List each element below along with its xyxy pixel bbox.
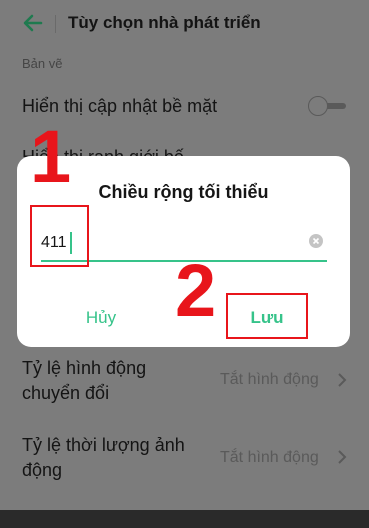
page-title: Tùy chọn nhà phát triển [68, 13, 261, 32]
toggle-knob [308, 96, 328, 116]
bottom-edge [0, 510, 369, 528]
header-divider [55, 15, 56, 33]
annotation-step-2: 2 [175, 249, 217, 332]
show-surface-updates-toggle[interactable] [308, 96, 346, 116]
section-label: Bản vẽ [22, 56, 63, 71]
clear-icon[interactable] [309, 234, 323, 248]
setting-label-transition-scale-line1[interactable]: Tỷ lệ hình động [22, 356, 146, 380]
chevron-right-icon [338, 450, 347, 464]
annotation-box-save [226, 293, 308, 339]
setting-label-animator-duration-line2[interactable]: động [22, 458, 62, 482]
annotation-step-1: 1 [30, 115, 72, 198]
arrow-left-icon[interactable] [22, 12, 44, 34]
setting-label-animator-duration-line1[interactable]: Tỷ lệ thời lượng ảnh [22, 433, 185, 457]
cancel-button[interactable]: Hủy [71, 308, 131, 328]
setting-label-transition-scale-line2[interactable]: chuyển đổi [22, 381, 109, 405]
setting-value-animator-duration: Tắt hình động [220, 449, 319, 466]
annotation-box-input [30, 205, 89, 267]
app-bar: Tùy chọn nhà phát triển [0, 0, 369, 48]
setting-value-transition-scale: Tắt hình động [220, 371, 319, 388]
chevron-right-icon [338, 373, 347, 387]
